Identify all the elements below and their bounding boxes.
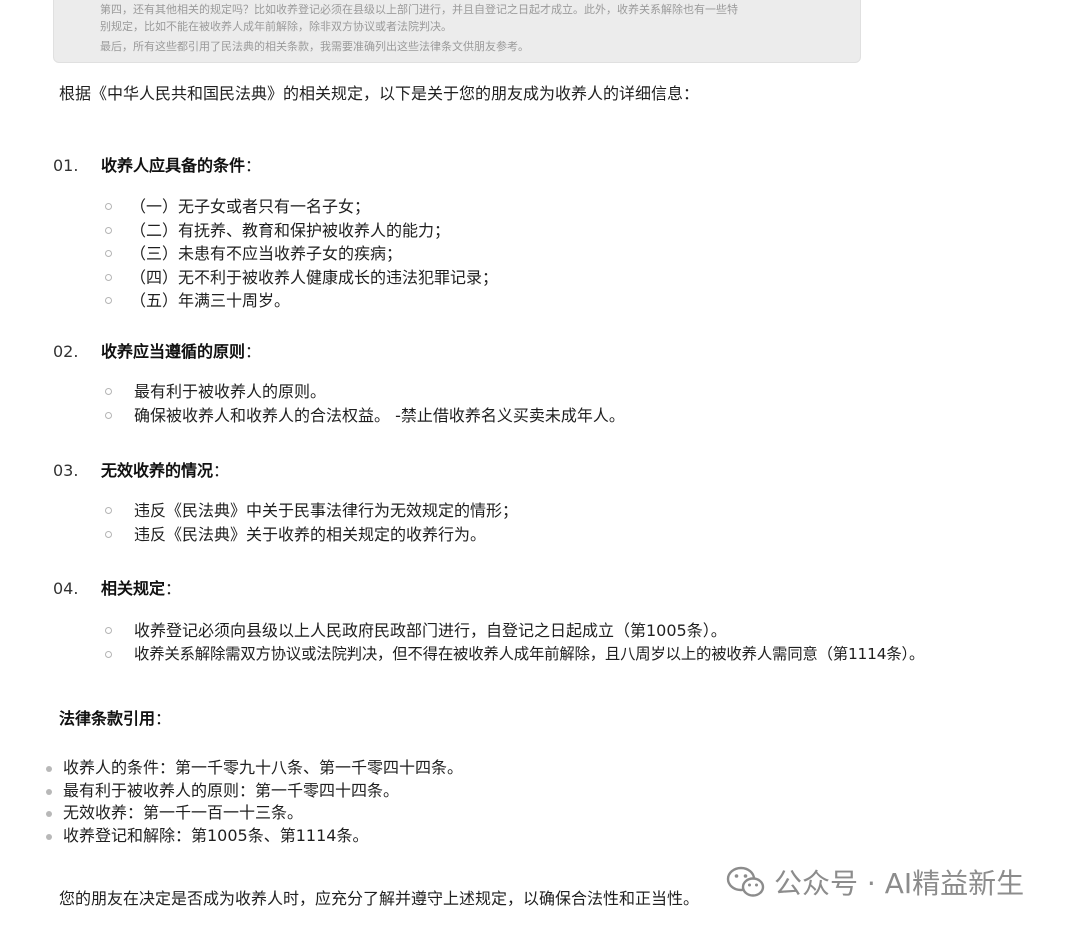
section-heading: 04. 相关规定： <box>53 579 182 598</box>
section-heading: 02. 收养应当遵循的原则： <box>53 342 262 361</box>
section-number: 02. <box>53 342 79 361</box>
section-title: 收养应当遵循的原则 <box>101 342 246 361</box>
circle-bullet-icon <box>105 297 112 304</box>
section-title: 收养人应具备的条件 <box>101 156 246 175</box>
wechat-icon <box>726 865 766 899</box>
circle-bullet-icon <box>105 250 112 257</box>
section-number: 04. <box>53 579 79 598</box>
watermark: 公众号 · AI精益新生 <box>726 862 1025 902</box>
thinking-panel: 第四，还有其他相关的规定吗？比如收养登记必须在县级以上部门进行，并且自登记之日起… <box>53 0 861 63</box>
section-heading: 01. 收养人应具备的条件： <box>53 156 262 175</box>
section-title: 无效收养的情况 <box>101 461 214 480</box>
bullet-dot-icon <box>46 811 52 817</box>
circle-bullet-icon <box>105 226 112 234</box>
circle-bullet-icon <box>105 650 112 658</box>
circle-bullet-icon <box>105 507 112 514</box>
bullet-dot-icon <box>46 788 52 795</box>
thinking-line: 别规定，比如不能在被收养人成年前解除，除非双方协议或者法院判决。 <box>100 20 452 33</box>
thinking-line: 最后，所有这些都引用了民法典的相关条款，我需要准确列出这些法律条文供朋友参考。 <box>100 40 529 53</box>
circle-bullet-icon <box>105 388 112 395</box>
law-refs-title: 法律条款引用 <box>59 709 156 728</box>
circle-bullet-icon <box>105 273 112 281</box>
circle-bullet-icon <box>105 627 112 634</box>
closing-text: 您的朋友在决定是否成为收养人时，应充分了解并遵守上述规定，以确保合法性和正当性。 <box>59 889 700 908</box>
intro-text: 根据《中华人民共和国民法典》的相关规定，以下是关于您的朋友成为收养人的详细信息： <box>59 84 700 103</box>
bullet-dot-icon <box>46 766 52 772</box>
section-heading: 03. 无效收养的情况： <box>53 461 230 480</box>
circle-bullet-icon <box>105 530 112 538</box>
circle-bullet-icon <box>105 203 112 210</box>
bullet-dot-icon <box>46 833 52 840</box>
law-refs-heading: 法律条款引用： <box>59 709 172 728</box>
section-number: 01. <box>53 156 79 175</box>
watermark-text: 公众号 · AI精益新生 <box>774 867 1025 900</box>
section-number: 03. <box>53 461 79 480</box>
thinking-line: 第四，还有其他相关的规定吗？比如收养登记必须在县级以上部门进行，并且自登记之日起… <box>100 3 738 16</box>
circle-bullet-icon <box>105 411 112 419</box>
section-title: 相关规定 <box>101 579 166 598</box>
